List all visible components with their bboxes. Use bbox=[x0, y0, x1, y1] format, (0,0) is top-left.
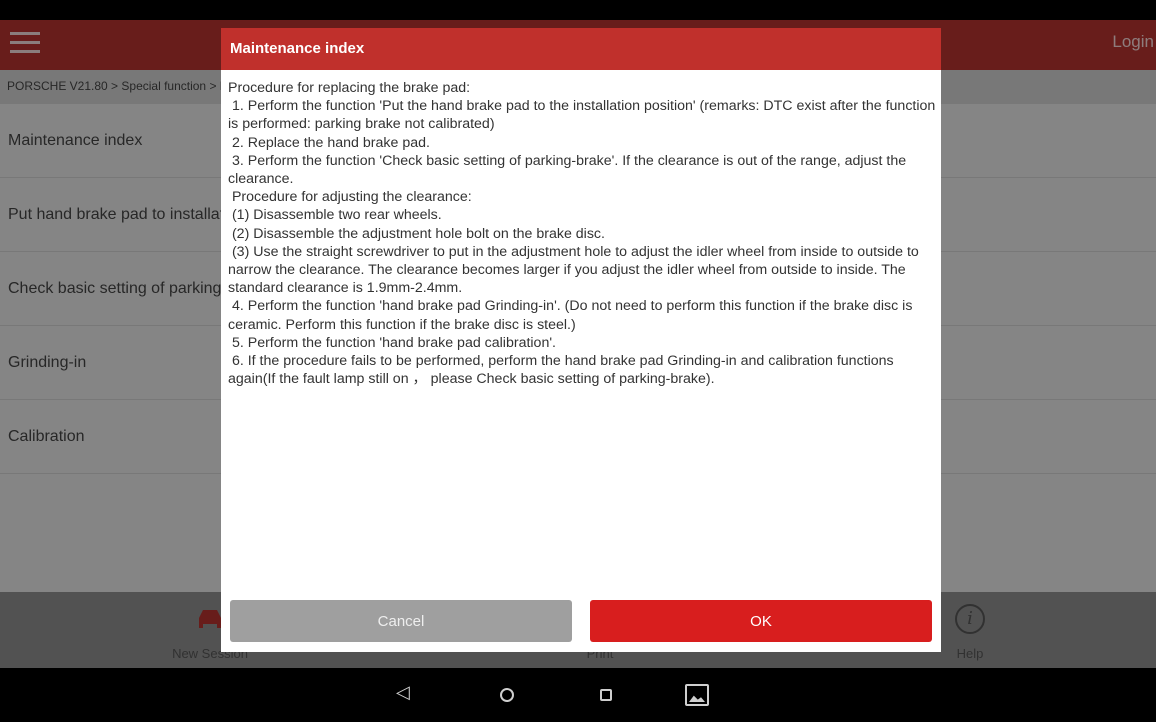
body-line: 6. If the procedure fails to be performe… bbox=[228, 353, 898, 388]
body-line: (3) Use the straight screwdriver to put … bbox=[228, 243, 923, 297]
dialog-title: Maintenance index bbox=[221, 28, 941, 70]
home-icon[interactable] bbox=[500, 688, 514, 702]
gallery-icon[interactable] bbox=[685, 684, 709, 706]
dialog-body: Procedure for replacing the brake pad: 1… bbox=[228, 79, 936, 589]
body-line: 5. Perform the function 'hand brake pad … bbox=[228, 334, 556, 351]
body-line: (1) Disassemble two rear wheels. bbox=[228, 207, 442, 224]
cancel-button[interactable]: Cancel bbox=[230, 600, 572, 642]
system-navigation-bar: ◁ bbox=[0, 668, 1156, 722]
app-window: Login PORSCHE V21.80 > Special function … bbox=[0, 0, 1156, 722]
body-line: Procedure for adjusting the clearance: bbox=[228, 189, 472, 206]
body-line: (2) Disassemble the adjustment hole bolt… bbox=[228, 225, 605, 242]
body-line: 1. Perform the function 'Put the hand br… bbox=[228, 98, 936, 133]
body-line: Procedure for replacing the brake pad: bbox=[228, 80, 471, 96]
recent-apps-icon[interactable] bbox=[600, 689, 612, 701]
ok-button[interactable]: OK bbox=[590, 600, 932, 642]
maintenance-index-dialog: Maintenance index Procedure for replacin… bbox=[221, 28, 941, 652]
body-line: 2. Replace the hand brake pad. bbox=[228, 134, 430, 151]
body-line: 3. Perform the function 'Check basic set… bbox=[228, 152, 911, 188]
back-icon[interactable]: ◁ bbox=[396, 682, 410, 703]
dialog-footer: Cancel OK bbox=[221, 596, 941, 652]
body-line: 4. Perform the function 'hand brake pad … bbox=[228, 298, 917, 333]
